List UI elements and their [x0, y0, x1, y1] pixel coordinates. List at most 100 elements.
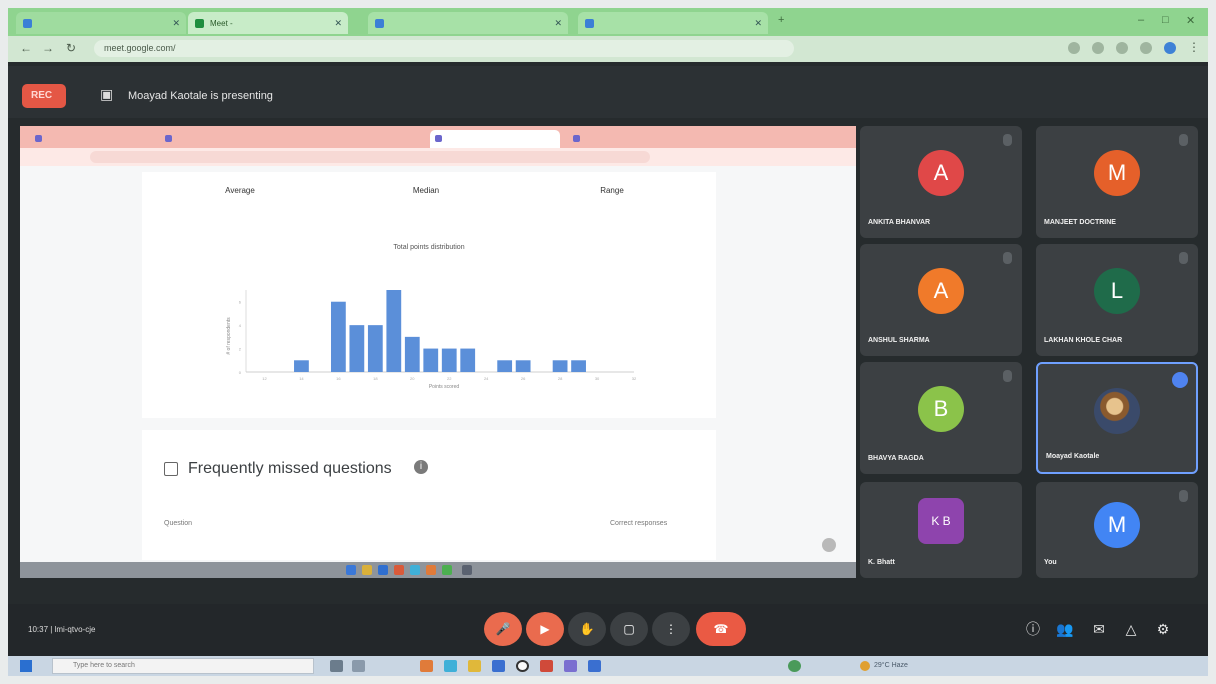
camera-toggle-button[interactable]: ▶ — [526, 612, 564, 646]
x-tick-label: 14 — [299, 376, 304, 381]
x-tick-label: 12 — [262, 376, 267, 381]
tab-favicon-icon — [573, 135, 580, 142]
minimize-icon[interactable]: – — [1138, 14, 1144, 26]
task-view-icon[interactable] — [330, 660, 343, 672]
section-title: Frequently missed questions — [188, 460, 392, 477]
browser-tab-1[interactable]: ✕ — [16, 12, 186, 34]
histogram-bar — [571, 360, 586, 372]
participant-tile[interactable]: L LAKHAN KHOLE CHAR — [1036, 244, 1198, 356]
speaking-indicator-icon — [1172, 372, 1188, 388]
close-window-icon[interactable]: ✕ — [1186, 14, 1195, 27]
x-tick-label: 28 — [558, 376, 563, 381]
share-icon[interactable] — [1092, 42, 1104, 54]
activities-icon[interactable]: △ — [1122, 620, 1140, 638]
histogram-bar — [497, 360, 513, 372]
browser-menu-icon[interactable]: ⋮ — [1188, 40, 1200, 54]
tab-close-icon[interactable]: ✕ — [554, 18, 562, 29]
app-icon[interactable] — [540, 660, 553, 672]
y-tick-label: 6 — [239, 300, 242, 305]
shared-tab-active — [430, 130, 560, 148]
forward-icon[interactable]: → — [42, 41, 54, 55]
mic-muted-icon — [1179, 252, 1188, 264]
stat-title: Median — [412, 186, 440, 195]
participant-tile[interactable]: A ANSHUL SHARMA — [860, 244, 1022, 356]
participant-tile[interactable]: B BHAVYA RAGDA — [860, 362, 1022, 474]
chrome-icon[interactable] — [516, 660, 529, 672]
x-tick-label: 24 — [484, 376, 489, 381]
chrome-icon — [442, 565, 452, 575]
shared-screen: Average Median Range Total points distri… — [20, 126, 856, 578]
people-icon[interactable]: 👥 — [1056, 620, 1074, 638]
host-controls-icon[interactable]: ⚙ — [1154, 620, 1172, 638]
x-tick-label: 30 — [595, 376, 600, 381]
tab-label: Meet - — [210, 19, 233, 28]
tab-favicon-icon — [375, 19, 384, 28]
app-icon[interactable] — [588, 660, 601, 672]
edge-icon[interactable] — [444, 660, 457, 672]
profile-avatar-icon[interactable] — [1164, 42, 1176, 54]
participant-tile[interactable]: A ANKITA BHANVAR — [860, 126, 1022, 238]
bookmark-star-icon[interactable] — [1116, 42, 1128, 54]
app-icon — [394, 565, 404, 575]
camera-indicator-icon[interactable] — [1068, 42, 1080, 54]
participant-name: ANKITA BHANVAR — [868, 219, 931, 226]
participant-name: Moayad Kaotale — [1046, 453, 1100, 460]
tab-favicon-icon — [585, 19, 594, 28]
present-screen-button[interactable]: ▢ — [610, 612, 648, 646]
presenting-label: Moayad Kaotale is presenting — [128, 90, 273, 102]
mic-toggle-button[interactable]: 🎤 — [484, 612, 522, 646]
points-distribution-chart: # of respondents Points scored 12 14 16 18 2… — [226, 290, 637, 390]
app-icon[interactable] — [788, 660, 801, 672]
participant-name: You — [1044, 559, 1057, 566]
y-tick-label: 2 — [239, 347, 242, 352]
app-icon — [426, 565, 436, 575]
mic-muted-icon — [1003, 252, 1012, 264]
avatar: A — [918, 268, 964, 314]
shared-tab-1 — [30, 130, 150, 148]
participant-tile[interactable]: M MANJEET DOCTRINE — [1036, 126, 1198, 238]
chat-icon[interactable]: ✉ — [1090, 620, 1108, 638]
meeting-time-code: 10:37 | lmi-qtvo-cje — [28, 625, 96, 634]
participant-name: K. Bhatt — [868, 559, 895, 566]
tab-favicon-icon — [35, 135, 42, 142]
browser-tab-4[interactable]: ✕ — [578, 12, 768, 34]
self-tile[interactable]: M You — [1036, 482, 1198, 578]
profile-photo — [1094, 388, 1140, 434]
file-explorer-icon[interactable] — [468, 660, 481, 672]
x-tick-label: 22 — [447, 376, 452, 381]
participant-tile[interactable]: K B K. Bhatt — [860, 482, 1022, 578]
browser-tab-meet[interactable]: Meet - ✕ — [188, 12, 348, 34]
windows-start-icon[interactable] — [20, 660, 32, 672]
address-bar[interactable]: meet.google.com/ — [94, 40, 794, 57]
raise-hand-button[interactable]: ✋ — [568, 612, 606, 646]
windows-taskbar: Type here to search 29°C Haze — [8, 656, 1208, 676]
tab-close-icon[interactable]: ✕ — [334, 18, 342, 29]
histogram-bar — [386, 290, 402, 372]
browser-tab-3[interactable]: ✕ — [368, 12, 568, 34]
meeting-details-icon[interactable]: ⓘ — [1024, 620, 1042, 638]
tab-close-icon[interactable]: ✕ — [172, 18, 180, 29]
end-call-button[interactable]: ☎ — [696, 612, 746, 646]
app-icon[interactable] — [564, 660, 577, 672]
screen-frame: ✕ Meet - ✕ ✕ ✕ + – □ ✕ ← → ↻ meet.google… — [8, 8, 1208, 676]
reload-icon[interactable]: ↻ — [66, 41, 76, 55]
shared-tab-4 — [568, 130, 718, 148]
stat-average: Average — [180, 186, 300, 198]
explorer-icon — [362, 565, 372, 575]
new-tab-icon[interactable]: + — [778, 14, 784, 26]
tab-close-icon[interactable]: ✕ — [754, 18, 762, 29]
widgets-icon[interactable] — [352, 660, 365, 672]
presenter-tile[interactable]: Moayad Kaotale — [1036, 362, 1198, 474]
maximize-icon[interactable]: □ — [1162, 14, 1169, 26]
stat-range: Range — [552, 186, 672, 198]
taskbar-search[interactable]: Type here to search — [52, 658, 314, 674]
back-icon[interactable]: ← — [20, 41, 32, 55]
extensions-icon[interactable] — [1140, 42, 1152, 54]
store-icon[interactable] — [492, 660, 505, 672]
tab-favicon-icon — [165, 135, 172, 142]
more-options-button[interactable]: ⋮ — [652, 612, 690, 646]
app-icon[interactable] — [420, 660, 433, 672]
word-icon — [378, 565, 388, 575]
presenting-icon: ▣ — [100, 86, 114, 102]
recording-badge: REC — [22, 84, 66, 108]
